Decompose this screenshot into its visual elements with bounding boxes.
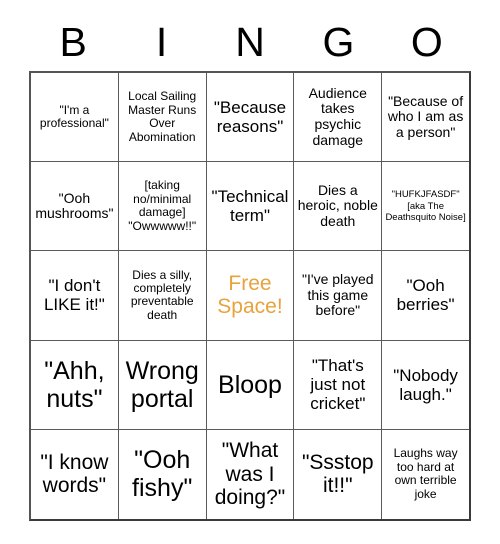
bingo-cell-label: "Nobody laugh." [393, 365, 458, 404]
bingo-cell-label: Bloop [218, 370, 282, 399]
bingo-cell[interactable]: "Nobody laugh." [382, 341, 469, 430]
bingo-cell[interactable]: Wrong portal [118, 340, 207, 430]
bingo-cell-label: "Ooh berries" [396, 276, 455, 315]
bingo-cell-label: "I don't LIKE it!" [43, 276, 105, 315]
bingo-row: "I'm a professional" Local Sailing Maste… [31, 73, 469, 163]
bingo-cell[interactable]: "Ooh mushrooms" [31, 162, 119, 252]
bingo-cell[interactable]: "I've played this game before" [294, 251, 383, 341]
bingo-row: "Ooh mushrooms" [taking no/minimal damag… [31, 162, 469, 252]
bingo-cell-label: Wrong portal [125, 356, 199, 413]
bingo-cell[interactable]: "Ssstop it!!" [294, 429, 383, 519]
header-letter-i: I [155, 19, 168, 65]
bingo-cell-label: "I've played this game before" [302, 270, 374, 319]
bingo-cell[interactable]: "I'm a professional" [31, 73, 119, 163]
bingo-cell-free-space[interactable]: Free Space! [206, 251, 295, 341]
bingo-cell-label: Audience takes psychic damage [308, 84, 367, 148]
bingo-cell-label: "Ssstop it!!" [301, 450, 374, 498]
bingo-cell-label: "I'm a professional" [39, 102, 109, 131]
bingo-row: "I don't LIKE it!" Dies a silly, complet… [31, 251, 469, 341]
bingo-cell-label: Laughs way too hard at own terrible joke [393, 446, 458, 501]
header-letter-o: O [410, 19, 443, 65]
bingo-cell-label: "What was I doing?" [214, 439, 286, 510]
bingo-cell[interactable]: [taking no/minimal damage] "Owwwww!!" [118, 162, 207, 252]
bingo-cell-label: "I know words" [40, 450, 109, 498]
bingo-header: B I N G O [29, 14, 471, 71]
bingo-cell-label: "Because of who I am as a person" [387, 92, 464, 140]
bingo-cell[interactable]: "Ahh, nuts" [31, 340, 119, 430]
bingo-cell[interactable]: "Because of who I am as a person" [382, 73, 469, 163]
bingo-cell[interactable]: "Because reasons" [206, 73, 295, 163]
bingo-row: "Ahh, nuts" Wrong portal Bloop "That's j… [31, 340, 469, 430]
bingo-cell-label: "HUFKJFASDF" [aka The Deathsquito Noise] [385, 189, 466, 223]
free-space-label: Free Space! [217, 271, 283, 319]
bingo-cell[interactable]: "Ooh fishy" [119, 429, 207, 519]
bingo-cell-label: Dies a silly, completely preventable dea… [130, 267, 194, 322]
bingo-cell[interactable]: Dies a silly, completely preventable dea… [118, 251, 207, 341]
header-letter-g: G [322, 19, 355, 65]
bingo-cell-label: "Ahh, nuts" [44, 356, 105, 413]
bingo-card: B I N G O "I'm a professional" Local Sai… [29, 14, 471, 521]
bingo-cell-label: "Ooh fishy" [132, 446, 193, 503]
bingo-cell[interactable]: Local Sailing Master Runs Over Abominati… [118, 73, 207, 163]
header-letter-n: N [235, 19, 265, 65]
bingo-row: "I know words" "Ooh fishy" "What was I d… [31, 429, 469, 519]
bingo-grid: "I'm a professional" Local Sailing Maste… [29, 71, 471, 521]
bingo-cell-label: Dies a heroic, noble death [297, 181, 378, 230]
bingo-cell-label: "That's just not cricket" [310, 356, 366, 414]
header-letter-b: B [59, 19, 87, 65]
bingo-cell-label: [taking no/minimal damage] "Owwwww!!" [128, 178, 197, 233]
bingo-cell[interactable]: "Ooh berries" [382, 251, 469, 341]
bingo-cell[interactable]: Laughs way too hard at own terrible joke [382, 430, 469, 519]
bingo-cell-label: "Technical term" [211, 187, 289, 226]
bingo-cell[interactable]: "I know words" [31, 429, 119, 519]
bingo-cell[interactable]: Audience takes psychic damage [294, 73, 383, 163]
bingo-cell[interactable]: "Technical term" [206, 162, 295, 252]
bingo-cell-label: "Ooh mushrooms" [35, 189, 114, 222]
bingo-cell[interactable]: Dies a heroic, noble death [294, 162, 383, 252]
bingo-cell[interactable]: "HUFKJFASDF" [aka The Deathsquito Noise] [382, 162, 469, 252]
bingo-cell[interactable]: "That's just not cricket" [294, 340, 383, 430]
bingo-cell-label: Local Sailing Master Runs Over Abominati… [128, 89, 197, 144]
bingo-cell[interactable]: Bloop [206, 340, 295, 430]
bingo-cell[interactable]: "I don't LIKE it!" [31, 251, 119, 341]
bingo-cell-label: "Because reasons" [213, 98, 287, 137]
bingo-cell[interactable]: "What was I doing?" [207, 429, 295, 519]
